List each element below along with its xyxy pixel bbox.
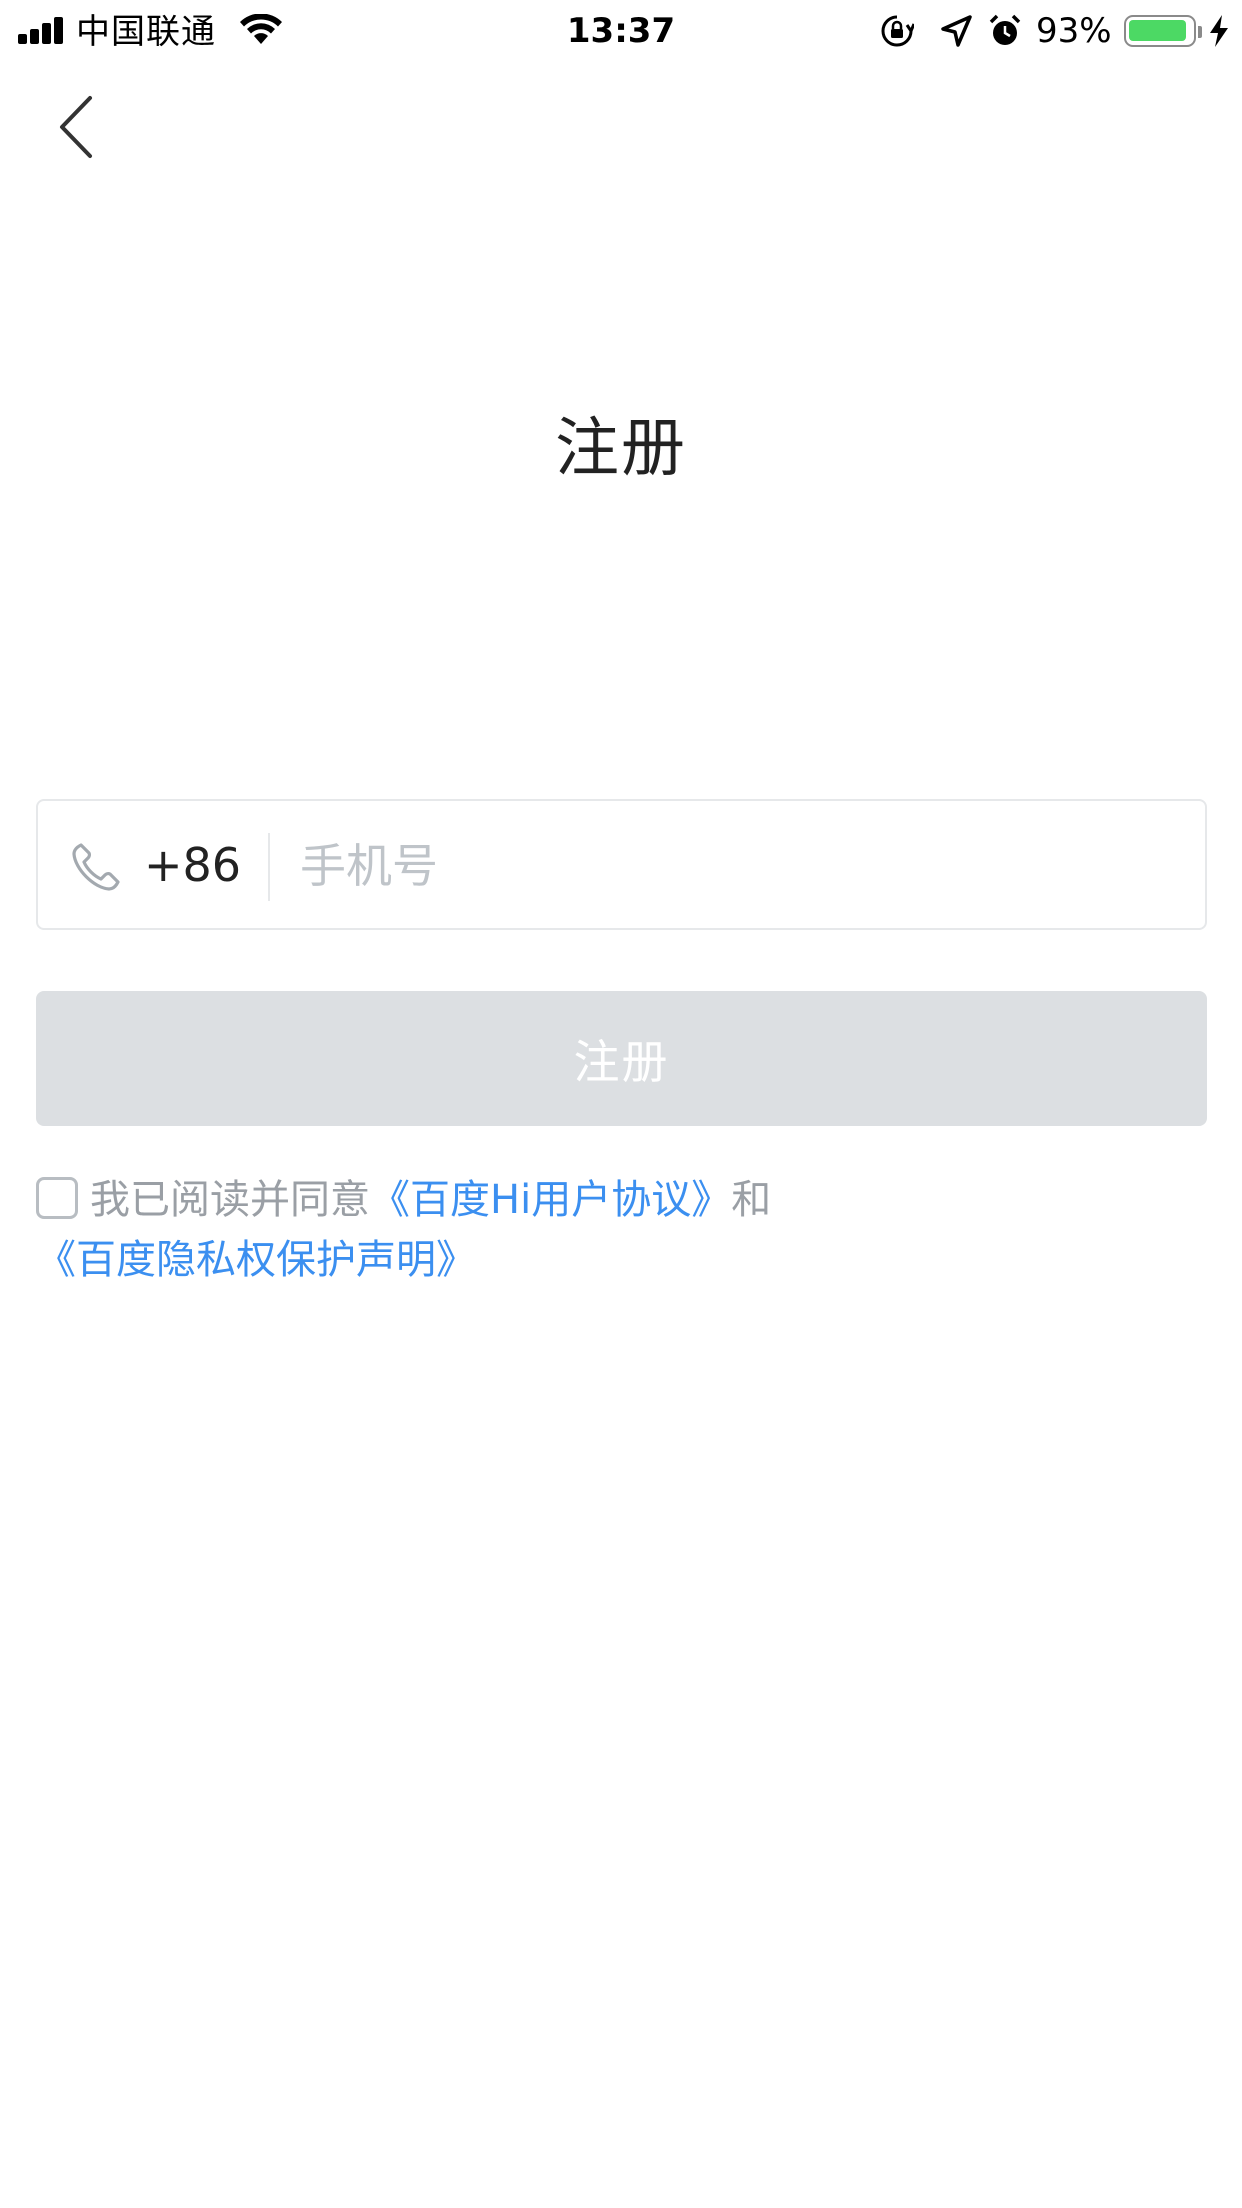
field-divider (268, 833, 270, 901)
battery-percentage: 93% (1036, 11, 1112, 51)
user-agreement-link[interactable]: 《百度Hi用户协议》 (370, 1177, 731, 1223)
charging-bolt-icon (1210, 15, 1228, 47)
country-code[interactable]: +86 (144, 833, 241, 897)
phone-number-input[interactable] (300, 821, 1180, 911)
privacy-statement-link[interactable]: 《百度隐私权保护声明》 (36, 1237, 476, 1283)
back-button[interactable] (46, 92, 106, 162)
agreement-row: 我已阅读并同意《百度Hi用户协议》和《百度隐私权保护声明》 (36, 1170, 1207, 1290)
battery-icon (1124, 15, 1196, 47)
agreement-checkbox[interactable] (36, 1177, 78, 1219)
chevron-left-icon[interactable] (56, 94, 96, 160)
phone-icon (72, 843, 120, 891)
register-button[interactable]: 注册 (36, 991, 1207, 1126)
alarm-clock-icon (989, 14, 1021, 45)
rotation-lock-icon (881, 15, 914, 47)
agreement-prefix: 我已阅读并同意 (90, 1177, 370, 1223)
page-title: 注册 (555, 412, 687, 486)
agreement-conjunction: 和 (731, 1177, 772, 1223)
battery-fill (1129, 20, 1186, 41)
status-bar: 中国联通 13:37 93% (0, 0, 1242, 62)
register-screen: 中国联通 13:37 93% 注册 +86 手机号 注册 我已阅读并同意《百度H… (0, 0, 1242, 2208)
battery-nub (1198, 26, 1202, 38)
location-arrow-icon (941, 15, 972, 47)
phone-field[interactable]: +86 (36, 799, 1207, 930)
